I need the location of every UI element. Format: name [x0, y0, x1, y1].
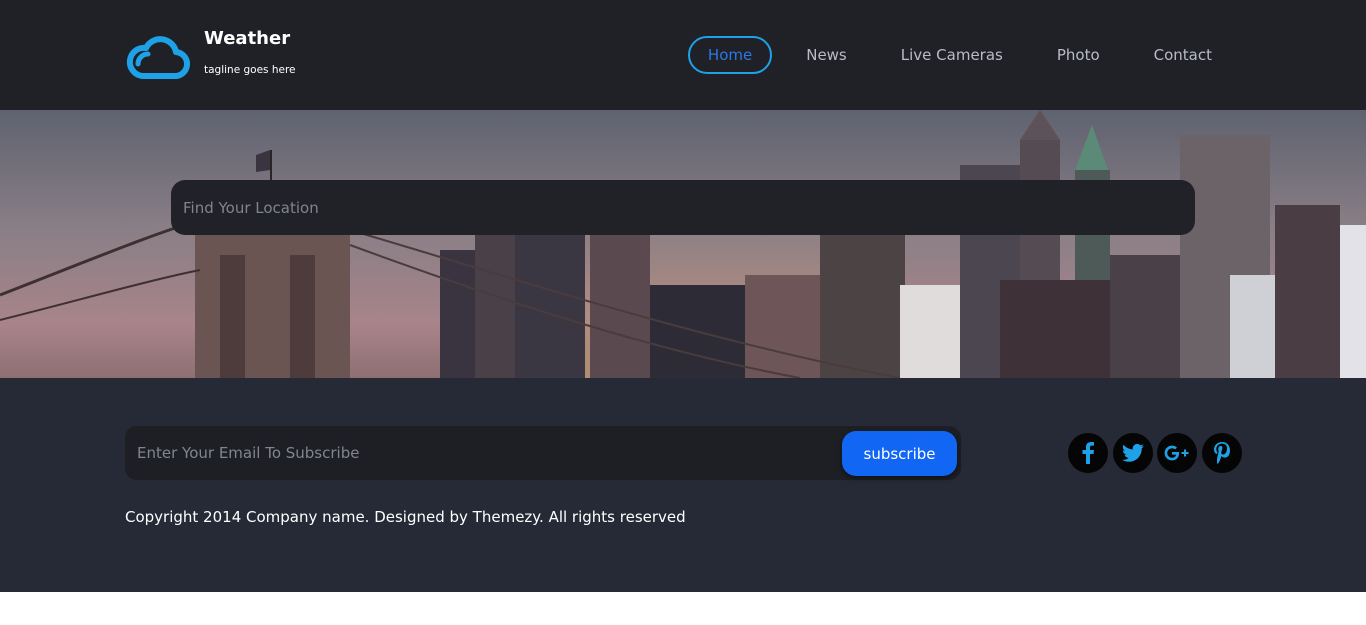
nav-news[interactable]: News — [786, 36, 867, 74]
email-subscribe-input[interactable] — [125, 426, 825, 480]
tagline: tagline goes here — [204, 64, 296, 76]
subscribe-form: subscribe — [125, 426, 961, 480]
brand: Weather tagline goes here — [204, 28, 296, 76]
site-footer: subscribe Copyright 2014 Company name. D… — [0, 378, 1366, 592]
nav-photo[interactable]: Photo — [1037, 36, 1120, 74]
twitter-icon[interactable] — [1112, 433, 1153, 473]
facebook-icon[interactable] — [1068, 433, 1108, 473]
subscribe-button[interactable]: subscribe — [842, 431, 957, 476]
brand-title: Weather — [204, 28, 291, 49]
skyline-background-image — [0, 110, 1366, 378]
main-nav: Home News Live Cameras Photo Contact — [674, 36, 1232, 74]
cloud-icon — [126, 36, 190, 80]
copyright-text: Copyright 2014 Company name. Designed by… — [125, 508, 686, 526]
pinterest-icon[interactable] — [1201, 433, 1242, 473]
nav-contact[interactable]: Contact — [1134, 36, 1232, 74]
google-plus-icon[interactable] — [1157, 433, 1197, 473]
hero-banner — [0, 110, 1366, 378]
location-search-input[interactable] — [171, 180, 1195, 235]
social-links — [1068, 433, 1246, 473]
logo[interactable]: Weather tagline goes here — [124, 28, 296, 84]
nav-live-cameras[interactable]: Live Cameras — [881, 36, 1023, 74]
nav-home[interactable]: Home — [687, 36, 773, 74]
site-header: Weather tagline goes here Home News Live… — [0, 0, 1366, 110]
